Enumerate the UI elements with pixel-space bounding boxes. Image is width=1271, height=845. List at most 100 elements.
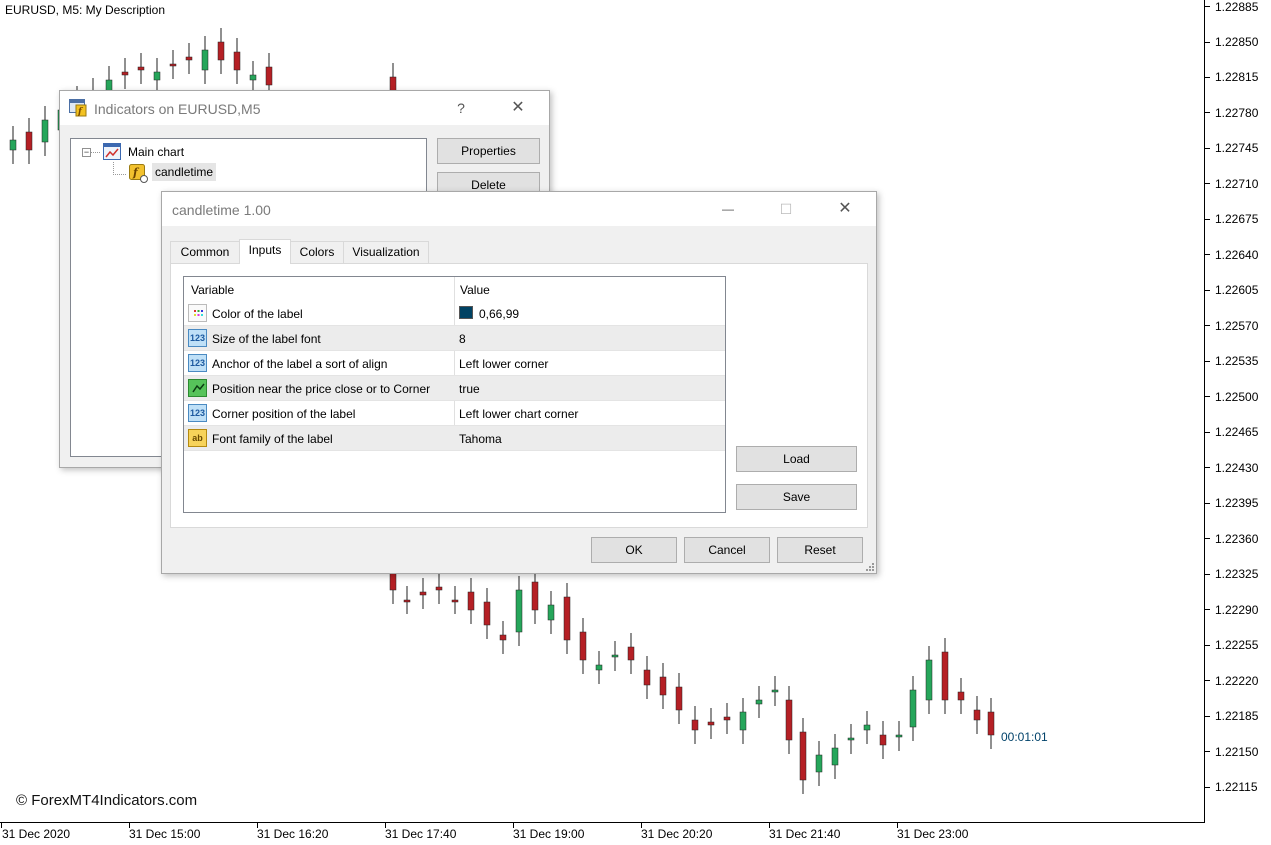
maximize-icon: ☐ (779, 201, 793, 217)
candle-body (815, 754, 823, 773)
candle-body (675, 686, 683, 711)
close-icon[interactable]: ✕ (507, 97, 529, 119)
save-button[interactable]: Save (736, 484, 857, 510)
tab-common[interactable]: Common (170, 241, 240, 263)
variable-value[interactable]: Tahoma (459, 432, 502, 446)
variable-value[interactable]: Left lower chart corner (459, 407, 578, 421)
price-label: 1.22885 (1215, 0, 1259, 14)
candle-body (169, 63, 177, 67)
candle (483, 588, 491, 639)
price-label: 1.22710 (1215, 177, 1259, 191)
tab-inputs[interactable]: Inputs (239, 239, 291, 264)
candle-body (691, 719, 699, 731)
candle (847, 724, 855, 754)
candle-body (879, 734, 887, 746)
candle-body (185, 56, 193, 61)
tree-expander-icon[interactable]: − (82, 148, 91, 157)
input-row[interactable]: Position near the price close or to Corn… (184, 376, 725, 401)
reset-button[interactable]: Reset (777, 537, 863, 563)
variable-value: 0,66,99 (479, 307, 520, 321)
candle-body (121, 71, 129, 76)
close-icon[interactable]: ✕ (834, 198, 856, 220)
input-row[interactable]: 123 Size of the label font 8 (184, 326, 725, 351)
candle-body (563, 596, 571, 641)
price-label: 1.22290 (1215, 603, 1259, 617)
price-tick (1205, 751, 1210, 752)
candle (771, 676, 779, 706)
variable-value[interactable]: true (459, 382, 480, 396)
inputs-grid[interactable]: Variable Value Color of the label 0,66,9… (183, 276, 726, 513)
candle (755, 686, 763, 718)
column-header-variable[interactable]: Variable (191, 283, 234, 297)
candle-body (233, 51, 241, 71)
input-row[interactable]: Color of the label 0,66,99 (184, 301, 725, 326)
tab-visualization[interactable]: Visualization (343, 241, 429, 263)
main-chart-icon (103, 143, 121, 160)
candle-body (137, 66, 145, 71)
candle (531, 568, 539, 624)
inputs-tab-panel: Variable Value Color of the label 0,66,9… (170, 263, 868, 528)
ok-button[interactable]: OK (591, 537, 677, 563)
column-header-value[interactable]: Value (460, 283, 490, 297)
price-tick (1205, 432, 1210, 433)
candle-body (249, 74, 257, 81)
variable-name: Size of the label font (212, 332, 321, 346)
bool-icon (188, 379, 207, 397)
time-label: 31 Dec 2020 (2, 827, 71, 841)
price-tick (1205, 219, 1210, 220)
resize-grip-icon[interactable] (865, 562, 875, 572)
variable-value[interactable]: Left lower corner (459, 357, 548, 371)
candle-body (9, 139, 17, 151)
candle (643, 656, 651, 699)
help-button[interactable]: ? (450, 97, 472, 119)
tree-item-candletime[interactable]: candletime (152, 163, 217, 181)
candle-body (863, 724, 871, 731)
candle (435, 573, 443, 604)
input-row[interactable]: 123 Anchor of the label a sort of align … (184, 351, 725, 376)
properties-button[interactable]: Properties (437, 138, 540, 164)
input-row[interactable]: 123 Corner position of the label Left lo… (184, 401, 725, 426)
candle-body (659, 676, 667, 696)
candle-body (499, 634, 507, 641)
price-label: 1.22745 (1215, 141, 1259, 155)
price-tick (1205, 77, 1210, 78)
variable-value[interactable]: 8 (459, 332, 466, 346)
candle (707, 708, 715, 739)
indicators-titlebar[interactable]: f Indicators on EURUSD,M5 ? ✕ (60, 91, 549, 125)
price-tick (1205, 183, 1210, 184)
price-tick (1205, 6, 1210, 7)
candletime-properties-dialog[interactable]: candletime 1.00 — ☐ ✕ Common Inputs Colo… (161, 191, 877, 574)
price-tick (1205, 467, 1210, 468)
color-icon (188, 304, 207, 322)
price-tick (1205, 396, 1210, 397)
tab-colors[interactable]: Colors (290, 241, 344, 263)
cancel-button[interactable]: Cancel (684, 537, 770, 563)
time-axis: 31 Dec 2020 31 Dec 15:00 31 Dec 16:20 31… (0, 823, 1205, 845)
candle (895, 721, 903, 751)
tree-item-main-chart[interactable]: Main chart (128, 145, 184, 159)
candle-body (707, 721, 715, 726)
time-label: 31 Dec 15:00 (129, 827, 201, 841)
time-label: 31 Dec 16:20 (257, 827, 329, 841)
indicators-window-title: Indicators on EURUSD,M5 (94, 101, 261, 117)
candle (233, 38, 241, 84)
candle (25, 118, 33, 164)
variable-name: Corner position of the label (212, 407, 356, 421)
string-icon: ab (188, 429, 207, 447)
candle (547, 591, 555, 634)
candletime-titlebar[interactable]: candletime 1.00 — ☐ ✕ (162, 192, 876, 226)
candle-body (419, 591, 427, 596)
candle (925, 646, 933, 714)
candle-body (595, 664, 603, 671)
indicator-function-icon: f (129, 164, 148, 183)
price-label: 1.22430 (1215, 461, 1259, 475)
candle-body (973, 709, 981, 721)
price-label: 1.22850 (1215, 35, 1259, 49)
minimize-icon[interactable]: — (717, 198, 739, 220)
value-cell-color[interactable]: 0,66,99 (455, 301, 725, 325)
input-row[interactable]: ab Font family of the label Tahoma (184, 426, 725, 451)
candle-body (739, 711, 747, 731)
load-button[interactable]: Load (736, 446, 857, 472)
price-label: 1.22605 (1215, 283, 1259, 297)
candle (467, 578, 475, 624)
